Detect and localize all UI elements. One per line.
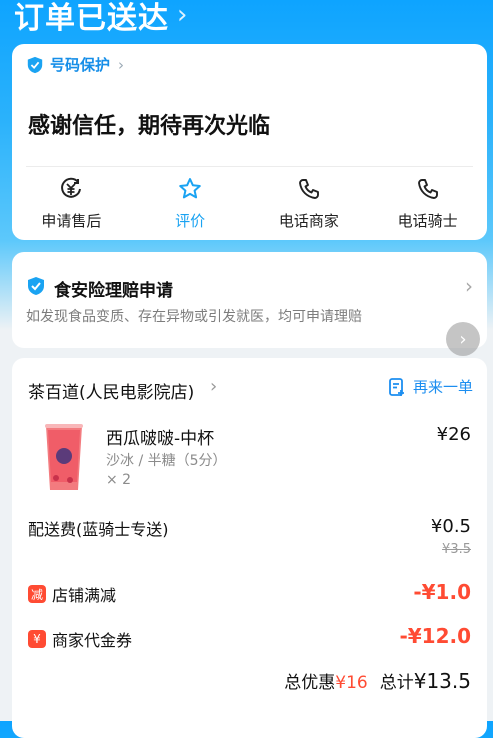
chevron-right-icon[interactable]: › <box>210 376 217 397</box>
shield-check-icon <box>28 277 44 295</box>
item-spec: 沙冰 / 半糖（5分） <box>106 453 227 469</box>
phone-icon <box>417 179 438 199</box>
total-discount-label: 总优惠 <box>284 673 336 693</box>
drink-thumbnail <box>45 424 83 490</box>
discount-value: -¥12.0 <box>399 624 471 648</box>
order-detail-card: 茶百道(人民电影院店) › 再来一单 西瓜啵啵-中杯 沙冰 / 半糖（5分） ×… <box>12 358 487 738</box>
discount-value: -¥1.0 <box>413 580 471 604</box>
discount-badge-icon: 减 <box>28 585 46 603</box>
reorder-icon <box>389 377 404 396</box>
food-safety-claim-card[interactable]: 食安险理赔申请 如发现食品变质、存在异物或引发就医，均可申请理赔 › <box>12 252 487 348</box>
reorder-button[interactable]: 再来一单 <box>387 376 473 397</box>
discount-label: 店铺满减 <box>52 586 117 605</box>
shop-name[interactable]: 茶百道(人民电影院店) <box>28 378 194 403</box>
review-label: 评价 <box>175 212 206 230</box>
total-sum-label: 总计 <box>379 673 414 693</box>
chevron-right-icon: › <box>459 328 467 350</box>
call-merchant-button[interactable]: 电话商家 <box>250 176 369 231</box>
status-card: 号码保护 › 感谢信任，期待再次光临 申请售后 评价 电话商家 电话骑士 <box>12 44 487 240</box>
chevron-right-icon: › <box>177 0 188 30</box>
delivery-fee-price: ¥0.5 <box>430 516 471 537</box>
thanks-message: 感谢信任，期待再次光临 <box>28 114 271 139</box>
claim-title: 食安险理赔申请 <box>54 281 173 301</box>
phone-icon <box>298 179 319 199</box>
item-name: 西瓜啵啵-中杯 <box>106 429 215 449</box>
review-button[interactable]: 评价 <box>131 176 250 231</box>
discount-label: 商家代金券 <box>52 631 133 650</box>
action-bar: 申请售后 评价 电话商家 电话骑士 <box>12 176 487 231</box>
discount-row: 减 店铺满减 <box>28 582 116 606</box>
order-total: 总优惠 ¥16 总计 ¥13.5 <box>284 668 471 693</box>
call-merchant-label: 电话商家 <box>278 212 339 230</box>
yuan-circle-icon <box>61 177 82 198</box>
order-status-header[interactable]: 订单已送达 › <box>14 0 187 40</box>
order-status-title: 订单已送达 <box>14 1 169 36</box>
floating-scroll-button[interactable]: › <box>446 322 480 356</box>
after-sales-label: 申请售后 <box>41 212 102 230</box>
chevron-right-icon: › <box>465 274 473 298</box>
after-sales-button[interactable]: 申请售后 <box>12 176 131 231</box>
shield-check-icon <box>27 56 43 73</box>
total-discount-value: ¥16 <box>335 673 368 693</box>
divider <box>26 166 473 167</box>
reorder-label: 再来一单 <box>412 378 473 396</box>
delivery-fee-label: 配送费(蓝骑士专送) <box>28 520 169 539</box>
number-protection-label: 号码保护 <box>50 56 111 74</box>
total-sum-value: ¥13.5 <box>413 669 471 693</box>
discount-row: ¥ 商家代金券 <box>28 627 132 651</box>
star-icon <box>179 178 201 199</box>
call-rider-button[interactable]: 电话骑士 <box>368 176 487 231</box>
chevron-right-icon: › <box>118 55 125 74</box>
voucher-badge-icon: ¥ <box>28 630 46 648</box>
claim-description: 如发现食品变质、存在异物或引发就医，均可申请理赔 <box>26 309 362 325</box>
delivery-fee-original: ¥3.5 <box>442 542 471 557</box>
call-rider-label: 电话骑士 <box>397 212 458 230</box>
item-price: ¥26 <box>436 424 471 445</box>
number-protection-link[interactable]: 号码保护 › <box>26 54 124 75</box>
item-quantity: × 2 <box>106 472 132 488</box>
